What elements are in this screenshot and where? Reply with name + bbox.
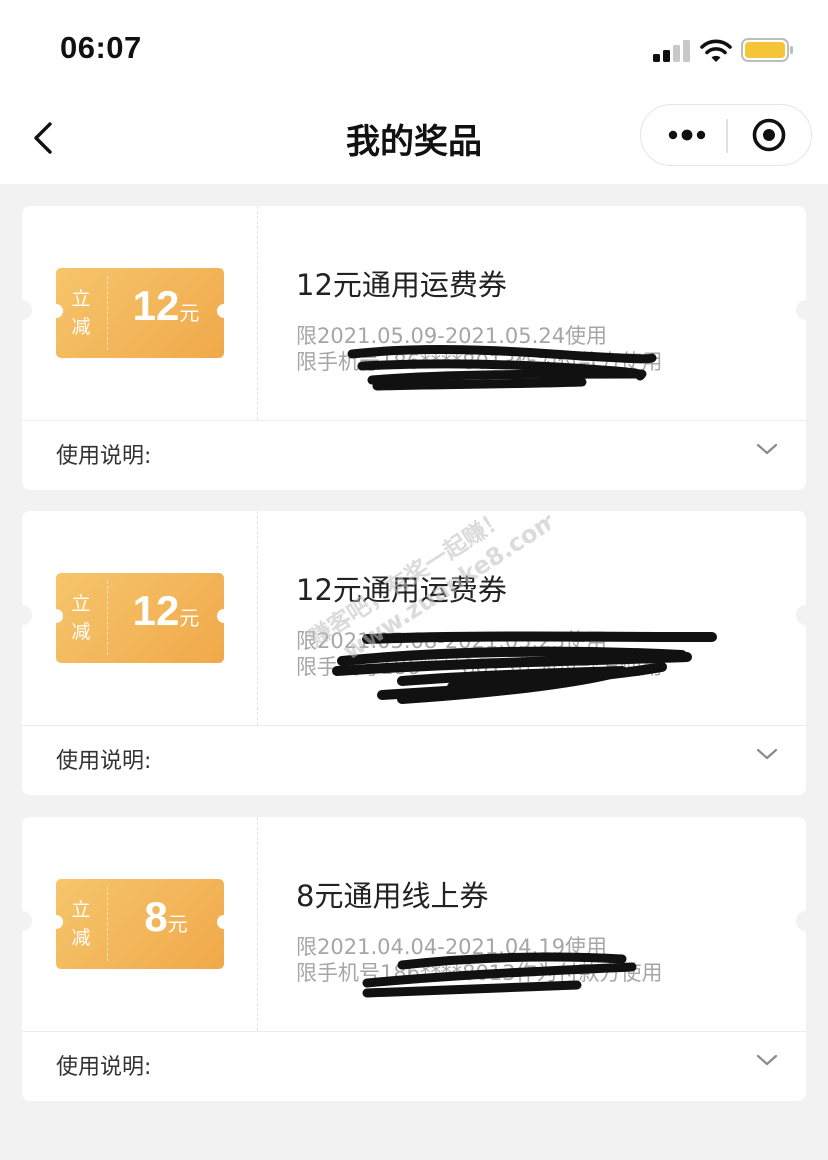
coupon-card[interactable]: 立减 12元 12元通用运费券 限2021.05.09-2021.05.24使用…	[12, 206, 816, 490]
card-notch	[12, 911, 32, 931]
card-notch	[12, 300, 32, 320]
coupon-name: 8元通用线上券	[296, 879, 489, 913]
cellular-signal-icon	[653, 40, 691, 62]
card-separator	[22, 1031, 806, 1032]
coupon-amount: 8元	[144, 893, 188, 940]
status-bar: 06:07	[0, 0, 828, 92]
coupon-tag: 立减	[71, 899, 91, 949]
coupon-tag: 立减	[71, 593, 91, 643]
coupon-amount: 12元	[132, 587, 200, 634]
coupon-ticket: 立减 12元	[49, 573, 231, 663]
card-divider	[257, 817, 258, 1031]
coupon-card[interactable]: 立减 8元 8元通用线上券 限2021.04.04-2021.04.19使用 限…	[12, 817, 816, 1101]
coupon-restriction: 限手机号186****8013作为付款方使用	[296, 655, 663, 679]
coupon-tag: 立减	[71, 288, 91, 338]
chevron-down-icon[interactable]	[756, 747, 778, 761]
card-notch	[796, 911, 816, 931]
card-divider	[257, 511, 258, 725]
capsule-divider	[726, 119, 728, 153]
coupon-name: 12元通用运费券	[296, 573, 507, 607]
more-dots-icon[interactable]	[667, 123, 707, 147]
card-notch	[12, 605, 32, 625]
usage-instructions-label: 使用说明:	[56, 749, 152, 774]
chevron-down-icon[interactable]	[756, 1053, 778, 1067]
nav-bar: 我的奖品	[0, 92, 828, 184]
target-circle-icon[interactable]	[751, 117, 787, 153]
coupon-restriction: 限手机号186****8013作为付款方使用	[296, 350, 663, 374]
battery-icon	[741, 38, 793, 62]
coupon-restriction: 限手机号186****8013作为付款方使用	[296, 961, 663, 985]
coupon-amount: 12元	[132, 282, 200, 329]
status-time: 06:07	[60, 30, 142, 65]
usage-instructions-label: 使用说明:	[56, 444, 152, 469]
card-divider	[257, 206, 258, 420]
wifi-icon	[700, 39, 732, 62]
coupon-card[interactable]: 立减 12元 12元通用运费券 限2021.05.08-2021.05.23使用…	[12, 511, 816, 795]
card-separator	[22, 725, 806, 726]
coupon-name: 12元通用运费券	[296, 268, 507, 302]
card-notch	[796, 605, 816, 625]
coupon-ticket: 立减 8元	[49, 879, 231, 969]
chevron-down-icon[interactable]	[756, 442, 778, 456]
card-notch	[796, 300, 816, 320]
coupon-ticket: 立减 12元	[49, 268, 231, 358]
usage-instructions-label: 使用说明:	[56, 1055, 152, 1080]
mini-program-capsule	[640, 104, 812, 166]
card-separator	[22, 420, 806, 421]
